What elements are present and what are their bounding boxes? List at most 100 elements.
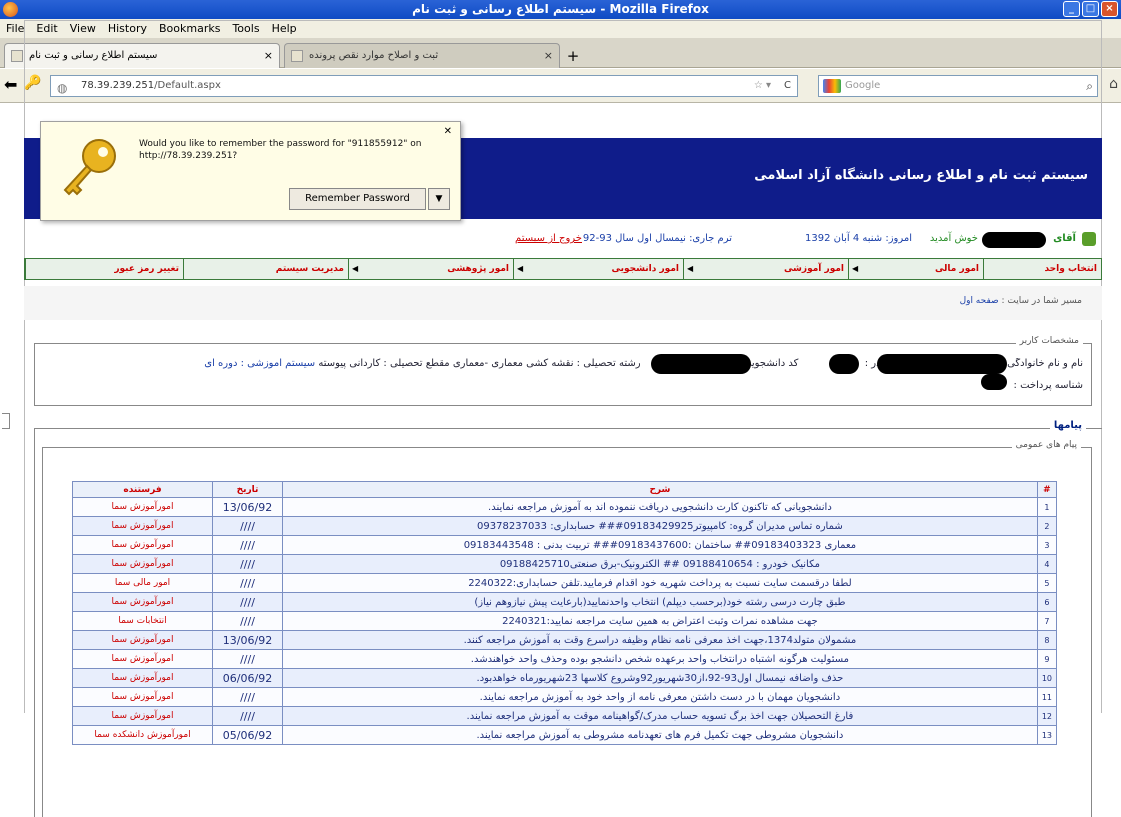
row-date: ////	[212, 535, 283, 555]
row-date: ////	[212, 649, 283, 669]
header-desc: شرح	[282, 481, 1038, 498]
row-desc: دانشجویانی که تاکنون کارت دانشجویی دریاف…	[282, 497, 1038, 517]
key-icon	[63, 139, 116, 196]
header-sender: فرستنده	[72, 481, 213, 498]
table-row: 1 دانشجویانی که تاکنون کارت دانشجویی دریا…	[72, 497, 1058, 517]
close-window-button[interactable]: ×	[1101, 1, 1118, 17]
row-num: 4	[1036, 554, 1058, 574]
greeting: آقای	[1053, 233, 1076, 244]
row-date: ////	[212, 706, 283, 726]
row-date: 13/06/92	[212, 497, 283, 517]
row-desc: حذف واضافه نیمسال اول93-92،از30شهریور92و…	[282, 668, 1038, 688]
firefox-icon	[3, 2, 18, 17]
table-row: 3 معماری 09183403323## ساختمان :091834376…	[72, 535, 1058, 555]
table-row: 8 مشمولان متولد1374،جهت اخذ معرفی نامه نظ…	[72, 630, 1058, 650]
row-sender: امورآموزش سما	[72, 535, 213, 555]
current-date: امروز: شنبه 4 آبان 1392	[805, 233, 912, 244]
arrow-left-icon: ◀	[517, 264, 524, 273]
level-label: مقطع تحصیلی :	[383, 358, 450, 369]
user-icon	[1082, 232, 1096, 246]
arrow-left-icon: ◀	[852, 264, 859, 273]
public-messages-legend: پیام های عمومی	[1011, 440, 1081, 450]
menu-student[interactable]: امور دانشجویی ◀	[513, 259, 683, 279]
major-label: رشته تحصیلی :	[576, 358, 641, 369]
table-row: 7 جهت مشاهده نمرات وثبت اعتراض به همین سا…	[72, 611, 1058, 631]
password-prompt: Would you like to remember the password …	[40, 121, 461, 221]
breadcrumb-home-link[interactable]: صفحه اول	[960, 296, 999, 306]
row-desc: جهت مشاهده نمرات وثبت اعتراض به همین سای…	[282, 611, 1038, 631]
menu-label: امور مالی	[934, 264, 979, 274]
maximize-button[interactable]: □	[1082, 1, 1099, 17]
menu-file[interactable]: File	[6, 19, 24, 38]
table-row: 13 دانشجویان مشروطی جهت تکمیل فرم های تعه…	[72, 725, 1058, 745]
row-num: 2	[1036, 516, 1058, 536]
user-bar: آقای خوش آمدید امروز: شنبه 4 آبان 1392 ت…	[24, 226, 1102, 252]
minimize-button[interactable]: _	[1063, 1, 1080, 17]
redacted-father-block	[829, 354, 859, 374]
chevron-down-icon[interactable]: ▼	[428, 188, 450, 210]
menu-course-selection[interactable]: انتخاب واحد	[983, 259, 1101, 279]
row-date: 13/06/92	[212, 630, 283, 650]
system-label: سیستم آموزشی :	[240, 358, 316, 369]
main-menu: انتخاب واحد امور مالی ◀ امور آموزشی ◀ امور…	[24, 258, 1102, 280]
row-num: 12	[1036, 706, 1058, 726]
redacted-id-block	[651, 354, 751, 374]
menu-research[interactable]: امور پژوهشی ◀	[348, 259, 513, 279]
name-label: نام و نام خانوادگی :	[1000, 358, 1083, 369]
logout-link[interactable]: خروج از سیستم	[515, 226, 582, 252]
row-num: 7	[1036, 611, 1058, 631]
row-desc: دانشجویان مهمان با در دست داشتن معرفی نا…	[282, 687, 1038, 707]
menu-financial[interactable]: امور مالی ◀	[848, 259, 983, 279]
row-sender: امور مالی سما	[72, 573, 213, 593]
row-num: 5	[1036, 573, 1058, 593]
remember-password-button[interactable]: Remember Password	[289, 188, 426, 210]
row-desc: لطفا درقسمت سایت نسبت به پرداخت شهریه خو…	[282, 573, 1038, 593]
user-info-box: مشخصات کاربر نام و نام خانوادگی : پدر : …	[34, 336, 1092, 406]
menu-label: امور آموزشی	[783, 264, 844, 274]
menu-system-admin[interactable]: مدیریت سیستم	[183, 259, 348, 279]
row-sender: امورآموزش سما	[72, 649, 213, 669]
row-date: ////	[212, 592, 283, 612]
row-desc: طبق چارت درسی رشته خود(برحسب دیپلم) انتخ…	[282, 592, 1038, 612]
row-desc: دانشجویان مشروطی جهت تکمیل فرم های تعهدن…	[282, 725, 1038, 745]
menu-label: امور دانشجویی	[611, 264, 679, 274]
row-date: ////	[212, 573, 283, 593]
row-num: 8	[1036, 630, 1058, 650]
row-sender: امورآموزش سما	[72, 706, 213, 726]
menu-label: انتخاب واحد	[1044, 264, 1097, 274]
back-arrow-icon[interactable]: ⬅	[4, 75, 17, 94]
row-desc: شماره تماس مدیران گروه: کامپیوتر09183429…	[282, 516, 1038, 536]
home-icon[interactable]: ⌂	[1109, 76, 1118, 92]
window-titlebar: سیستم اطلاع رسانی و ثبت نام - Mozilla Fi…	[0, 0, 1121, 19]
window-title: سیستم اطلاع رسانی و ثبت نام - Mozilla Fi…	[412, 2, 709, 16]
table-header-row: # شرح تاریخ فرستنده	[72, 481, 1058, 498]
table-row: 6 طبق چارت درسی رشته خود(برحسب دیپلم) انت…	[72, 592, 1058, 612]
row-sender: امورآموزش سما	[72, 668, 213, 688]
level-value: کاردانی پیوسته	[318, 358, 381, 369]
row-num: 10	[1036, 668, 1058, 688]
row-num: 9	[1036, 649, 1058, 669]
close-icon[interactable]: ✕	[444, 126, 452, 137]
row-sender: امورآموزش سما	[72, 554, 213, 574]
header-num: #	[1036, 481, 1058, 498]
row-num: 3	[1036, 535, 1058, 555]
major-value: نقشه کشی معماری -معماری	[452, 358, 574, 369]
user-info-legend: مشخصات کاربر	[1015, 336, 1083, 346]
row-sender: امورآموزش دانشکده سما	[72, 725, 213, 745]
menu-academic[interactable]: امور آموزشی ◀	[683, 259, 848, 279]
table-row: 2 شماره تماس مدیران گروه: کامپیوتر0918342…	[72, 516, 1058, 536]
row-desc: مشمولان متولد1374،جهت اخذ معرفی نامه نظا…	[282, 630, 1038, 650]
breadcrumb-prefix: مسیر شما در سایت :	[1001, 296, 1082, 306]
redacted-payment-block	[981, 374, 1007, 390]
password-prompt-message: Would you like to remember the password …	[139, 139, 422, 161]
row-num: 11	[1036, 687, 1058, 707]
table-row: 10 حذف واضافه نیمسال اول93-92،از30شهریور9…	[72, 668, 1058, 688]
row-date: ////	[212, 611, 283, 631]
row-date: ////	[212, 554, 283, 574]
row-date: 06/06/92	[212, 668, 283, 688]
row-sender: امورآموزش سما	[72, 516, 213, 536]
menu-change-password[interactable]: تغییر رمز عبور	[25, 259, 183, 279]
row-sender: امورآموزش سما	[72, 687, 213, 707]
table-row: 9 مسئولیت هرگونه اشتباه درانتخاب واحد برع…	[72, 649, 1058, 669]
current-term: ترم جاری: نیمسال اول سال 93-92	[582, 233, 732, 244]
